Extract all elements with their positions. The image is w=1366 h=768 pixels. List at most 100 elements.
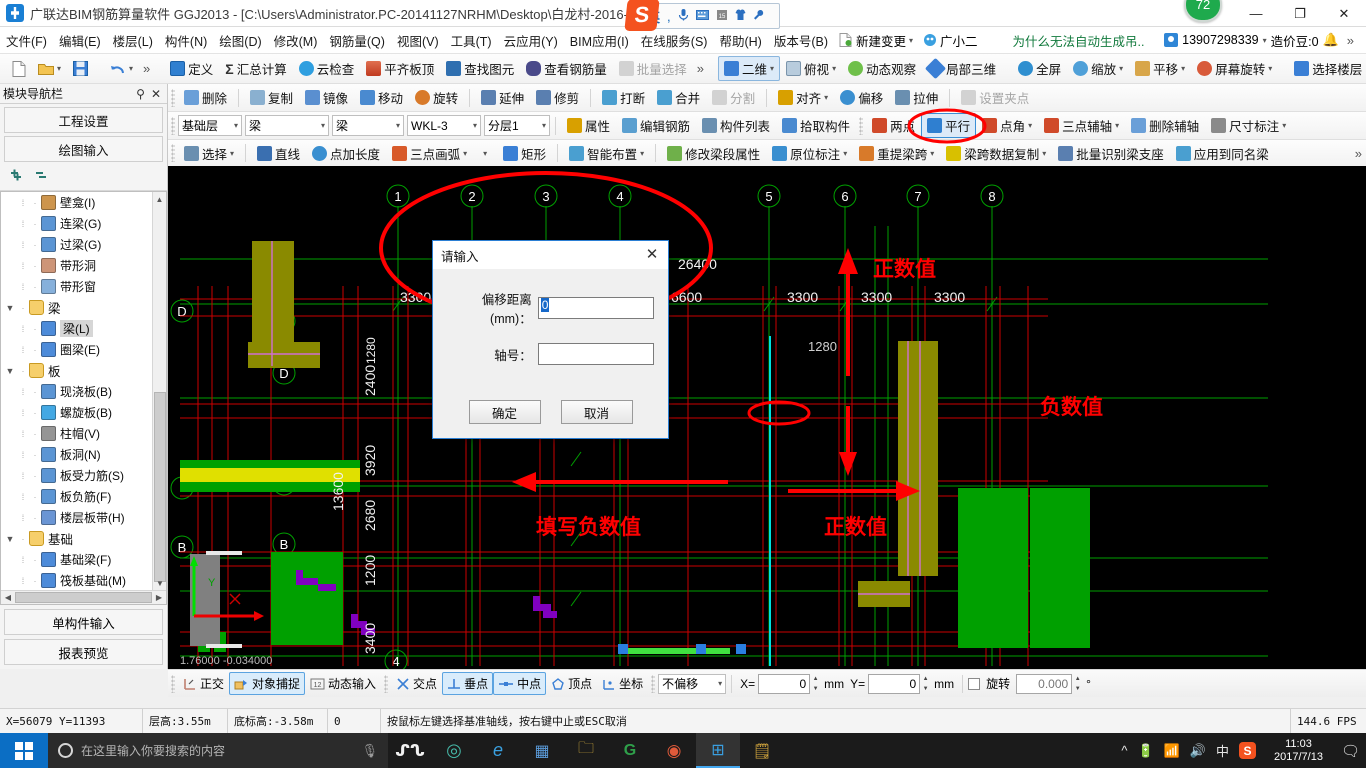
input-dialog[interactable]: 请输入 ✕ 偏移距离(mm)： 0 轴号： 确定 取消 xyxy=(432,240,669,439)
line-tool-button[interactable]: 直线 xyxy=(251,141,306,166)
snap-perpendicular-button[interactable]: 垂点 xyxy=(442,672,494,695)
tree-item-found-beam[interactable]: ⁞ · 基础梁(F) xyxy=(1,549,152,570)
edit-toolbar-grip[interactable] xyxy=(171,88,175,107)
start-button[interactable] xyxy=(0,733,48,768)
rectangle-tool-button[interactable]: 矩形 xyxy=(497,141,552,166)
pan-button[interactable]: 平移 ▾ xyxy=(1129,56,1191,81)
taskbar-app-green[interactable]: G xyxy=(608,733,652,768)
cad-canvas[interactable]: 1 2 3 4 5 6 7 8 D D C B B E 4 xyxy=(168,166,1366,669)
three-point-arc-button[interactable]: 三点画弧 ▾ xyxy=(386,141,473,166)
layer-select[interactable]: 分层1 ▾ xyxy=(484,115,550,136)
toolbar-overflow-2[interactable]: » xyxy=(693,61,708,76)
modify-beam-seg-button[interactable]: 修改梁段属性 xyxy=(661,141,766,166)
delete-axis-button[interactable]: 删除辅轴 xyxy=(1125,113,1205,138)
tree-item-cast-slab[interactable]: ⁞ · 现浇板(B) xyxy=(1,381,152,402)
trim-button[interactable]: 修剪 xyxy=(530,85,585,110)
nav-section-report-preview[interactable]: 报表预览 xyxy=(4,639,163,665)
scroll-right-icon[interactable]: ▶ xyxy=(152,591,166,604)
menu-version[interactable]: 版本号(B) xyxy=(768,28,834,53)
orbit-button[interactable]: 动态观察 xyxy=(842,56,922,81)
chevron-down-icon[interactable]: ▼ xyxy=(3,534,17,544)
snap-intersection-button[interactable]: 交点 xyxy=(391,672,442,695)
dialog-ok-button[interactable]: 确定 xyxy=(468,400,541,424)
menu-edit[interactable]: 编辑(E) xyxy=(53,28,107,53)
snapbar-grip[interactable] xyxy=(171,674,175,693)
score-badge[interactable]: 72 xyxy=(1184,0,1222,22)
re-extract-span-button[interactable]: 重提梁跨 ▾ xyxy=(853,141,940,166)
axis-number-input[interactable] xyxy=(537,343,654,365)
menu-bim[interactable]: BIM应用(I) xyxy=(564,28,635,53)
menu-cloud[interactable]: 云应用(Y) xyxy=(498,28,564,53)
stretch-button[interactable]: 拉伸 xyxy=(889,85,944,110)
battery-icon[interactable]: 🔋 xyxy=(1137,743,1153,759)
assistant-button[interactable]: 广小二 xyxy=(918,29,983,52)
local-3d-button[interactable]: 局部三维 xyxy=(922,56,1002,81)
tree-scroll-thumb[interactable] xyxy=(154,392,166,582)
menu-overflow-button[interactable]: » xyxy=(1343,33,1358,48)
account-phone[interactable]: 13907298339 xyxy=(1182,33,1258,47)
tree-vertical-scrollbar[interactable]: ▲ ▼ xyxy=(152,192,166,590)
menu-floor[interactable]: 楼层(L) xyxy=(107,28,159,53)
align-slab-top-button[interactable]: 平齐板顶 xyxy=(360,56,440,81)
menu-file[interactable]: 文件(F) xyxy=(0,28,53,53)
tree-item-slab-neg-rebar[interactable]: ⁞ · 板负筋(F) xyxy=(1,486,152,507)
extend-button[interactable]: 延伸 xyxy=(475,85,530,110)
rotate-spinner[interactable]: ▲ ▼ xyxy=(1072,674,1083,694)
draw-toolbar-grip[interactable] xyxy=(171,144,175,162)
rotate-input[interactable]: 0.000 xyxy=(1016,673,1073,694)
menu-view[interactable]: 视图(V) xyxy=(391,28,445,53)
break-button[interactable]: 打断 xyxy=(596,85,651,110)
axis-parallel-button[interactable]: 平行 xyxy=(921,113,977,138)
ime-mic-icon[interactable] xyxy=(678,8,689,24)
tray-sogou-icon[interactable]: S xyxy=(1239,742,1257,759)
notice-link[interactable]: 为什么无法自动生成吊.. xyxy=(1013,31,1145,50)
tree-item-spiral-slab[interactable]: ⁞ · 螺旋板(B) xyxy=(1,402,152,423)
taskbar-app-shield[interactable]: ◉ xyxy=(652,733,696,768)
floor-select[interactable]: 基础层 ▾ xyxy=(178,115,242,136)
volume-icon[interactable]: 🔊 xyxy=(1190,743,1206,759)
tree-item-floor-strip[interactable]: ⁞ · 楼层板带(H) xyxy=(1,507,152,528)
point-length-button[interactable]: 点加长度 xyxy=(306,141,386,166)
span-data-copy-button[interactable]: 梁跨数据复制 ▾ xyxy=(940,141,1052,166)
scroll-up-icon[interactable]: ▲ xyxy=(153,192,166,206)
align-button[interactable]: 对齐 ▾ xyxy=(772,85,834,110)
tree-item-coupling-beam[interactable]: ⁞ · 连梁(G) xyxy=(1,213,152,234)
in-situ-annot-button[interactable]: 原位标注 ▾ xyxy=(766,141,853,166)
snap-ortho-button[interactable]: 正交 xyxy=(178,672,229,695)
tree-item-folder[interactable]: ▼ · 梁 xyxy=(1,297,152,318)
delete-button[interactable]: 删除 xyxy=(178,85,233,110)
menu-component[interactable]: 构件(N) xyxy=(159,28,213,53)
rotate-button[interactable]: 旋转 xyxy=(409,85,464,110)
tree-item-folder[interactable]: ▼ · 板 xyxy=(1,360,152,381)
scroll-down-icon[interactable]: ▼ xyxy=(153,576,166,590)
nav-close-icon[interactable]: ✕ xyxy=(148,87,164,101)
component-select[interactable]: WKL-3 ▾ xyxy=(407,115,481,136)
minimize-button[interactable]: — xyxy=(1234,0,1278,27)
chevron-down-icon[interactable]: ▼ xyxy=(3,303,17,313)
add-component-icon[interactable] xyxy=(10,169,27,186)
y-input[interactable]: 0 xyxy=(868,673,921,694)
menu-rebar[interactable]: 钢筋量(Q) xyxy=(323,28,391,53)
maximize-button[interactable]: ❐ xyxy=(1278,0,1322,27)
taskbar-app-sogou[interactable]: ᔑᔐ xyxy=(388,733,432,768)
zoom-button[interactable]: 缩放 ▾ xyxy=(1067,56,1129,81)
ime-tools-icon[interactable] xyxy=(753,9,764,24)
ime-punct-icon[interactable]: , xyxy=(667,9,671,24)
x-spinner[interactable]: ▲ ▼ xyxy=(810,674,821,694)
dimension-button[interactable]: 尺寸标注 ▾ xyxy=(1205,113,1292,138)
context-toolbar-grip[interactable] xyxy=(171,116,175,135)
taskbar-search[interactable]: 在这里输入你要搜索的内容 🎙 xyxy=(48,733,388,768)
toolbar-overflow-1[interactable]: » xyxy=(139,61,154,76)
snap-midpoint-button[interactable]: 中点 xyxy=(493,672,547,695)
tree-item-slab-hole[interactable]: ⁞ · 板洞(N) xyxy=(1,444,152,465)
mirror-button[interactable]: 镜像 xyxy=(299,85,354,110)
component-tree[interactable]: ⁞ · 壁龛(I) ⁞ · 连梁(G) ⁞ · 过梁(G) ⁞ · 带形洞 ⁞ · 带形窗 ▼ · 梁 ⁞ · 梁(L)… xyxy=(0,191,167,605)
axis-point-angle-button[interactable]: 点角 ▾ xyxy=(976,113,1038,138)
bell-icon[interactable]: 🔔 xyxy=(1323,32,1339,48)
top-view-button[interactable]: 俯视 ▾ xyxy=(780,56,842,81)
view-rebar-qty-button[interactable]: 查看钢筋量 xyxy=(520,56,613,81)
nav-section-project-settings[interactable]: 工程设置 xyxy=(4,107,163,133)
view-2d-button[interactable]: 二维 ▾ xyxy=(718,56,781,81)
merge-button[interactable]: 合并 xyxy=(651,85,706,110)
x-input[interactable]: 0 xyxy=(758,673,811,694)
